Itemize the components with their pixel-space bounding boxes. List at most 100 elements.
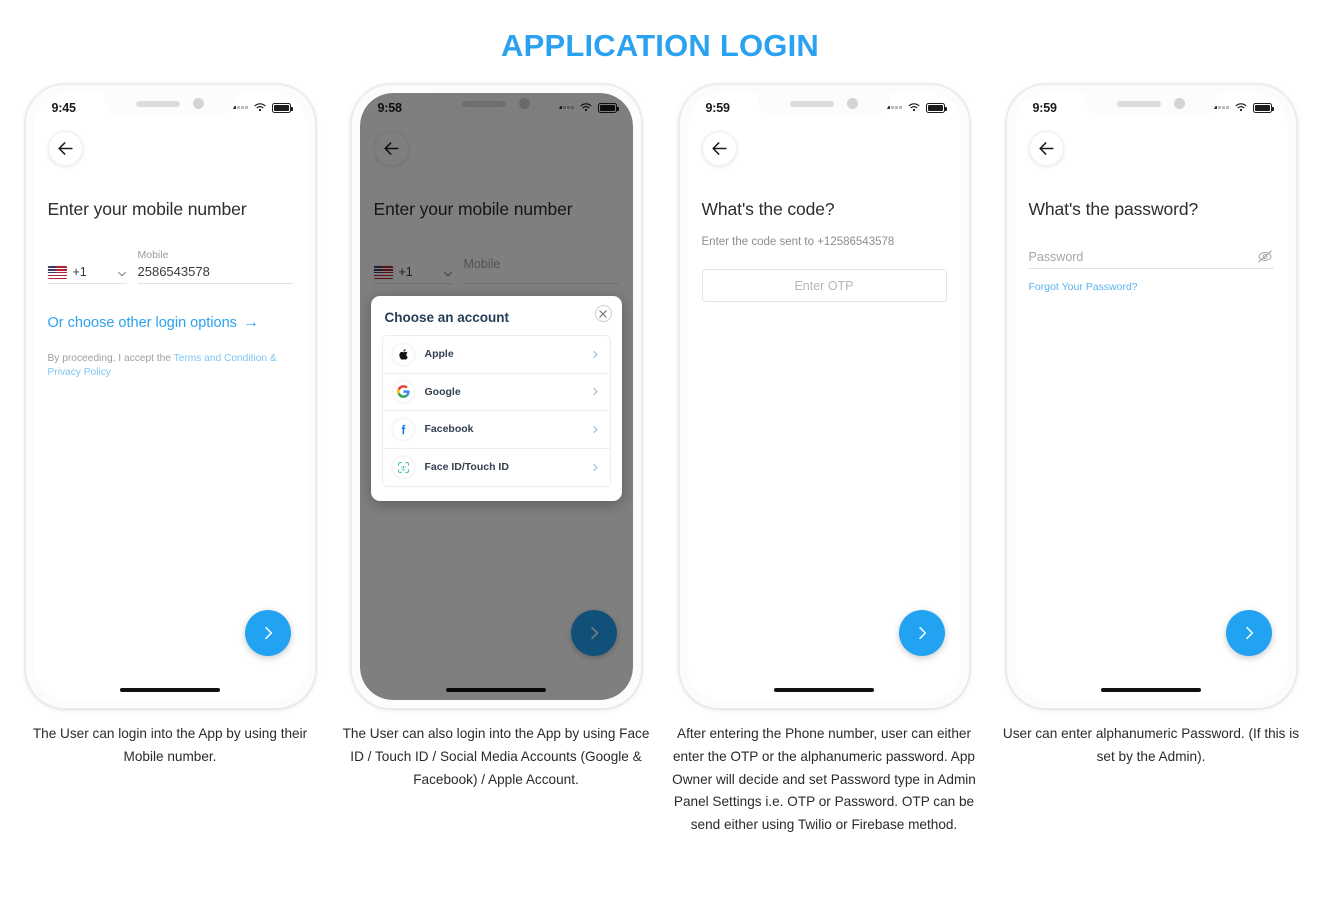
status-icons <box>887 102 947 113</box>
camera-icon <box>1174 98 1185 109</box>
back-button[interactable] <box>701 131 737 166</box>
page-heading: What's the code? <box>701 199 835 219</box>
speaker-icon <box>1117 100 1161 107</box>
otp-subtitle: Enter the code sent to +12586543578 <box>701 236 895 248</box>
password-placeholder: Password <box>1028 250 1084 264</box>
terms-text: By proceeding, I accept the Terms and Co… <box>48 352 285 380</box>
chevron-down-icon <box>117 272 126 277</box>
flow-step-password: 9:59 What's the password? Password Forgo… <box>986 84 1316 769</box>
page-heading: Enter your mobile number <box>47 199 247 219</box>
chevron-right-icon <box>264 626 272 640</box>
account-label: Face ID/Touch ID <box>424 461 509 474</box>
notch <box>758 93 890 114</box>
chevron-right-icon <box>1245 626 1253 640</box>
country-code-selector[interactable]: +1 <box>47 248 127 284</box>
page-title: APPLICATION LOGIN <box>501 28 819 63</box>
modal-title: Choose an account <box>384 310 510 325</box>
mobile-number-field[interactable]: Mobile 2586543578 <box>137 248 293 284</box>
screen-content: What's the code? Enter the code sent to … <box>688 119 961 700</box>
signal-icon <box>233 106 248 109</box>
faceid-icon <box>392 456 414 478</box>
wifi-icon <box>1235 103 1246 112</box>
account-label: Apple <box>424 348 454 361</box>
status-time: 9:45 <box>51 100 76 115</box>
account-option-apple[interactable]: Apple <box>382 336 610 374</box>
phone-frame: 9:59 What's the password? Password Forgo… <box>1005 84 1297 709</box>
signal-icon <box>1214 106 1229 109</box>
us-flag-icon <box>47 266 67 279</box>
mobile-field-value: 2586543578 <box>137 264 210 279</box>
flow-step-mobile-number: 9:45 Enter your mobile number +1 Mobile … <box>5 84 335 769</box>
chevron-right-icon <box>593 350 597 358</box>
facebook-icon <box>392 418 414 440</box>
screen-content: What's the password? Password Forgot You… <box>1015 119 1288 700</box>
phone-screen: 9:45 Enter your mobile number +1 Mobile … <box>33 93 307 700</box>
eye-off-icon[interactable] <box>1256 249 1274 264</box>
otp-placeholder: Enter OTP <box>794 278 854 293</box>
next-button[interactable] <box>898 610 945 656</box>
camera-icon <box>847 98 858 109</box>
battery-icon <box>271 102 293 113</box>
signal-icon <box>887 106 902 109</box>
status-icons <box>1214 102 1274 113</box>
step-caption: After entering the Phone number, user ca… <box>672 726 976 833</box>
page-heading: What's the password? <box>1028 199 1199 219</box>
next-button[interactable] <box>1225 610 1272 656</box>
step-caption: User can enter alphanumeric Password. (I… <box>1002 726 1300 764</box>
notch <box>1085 93 1217 114</box>
choose-account-modal: Choose an account Apple Google Facebook … <box>370 296 622 501</box>
screen-content: Enter your mobile number +1 <box>34 119 307 700</box>
apple-icon <box>392 343 414 365</box>
arrow-left-icon <box>711 142 727 155</box>
flow-step-otp: 9:59 What's the code? Enter the code sen… <box>659 84 989 837</box>
mobile-field-label: Mobile <box>137 249 169 261</box>
password-field[interactable]: Password <box>1028 249 1274 269</box>
account-label: Google <box>424 385 461 398</box>
forgot-password-link[interactable]: Forgot Your Password? <box>1029 281 1138 293</box>
next-button[interactable] <box>244 610 291 656</box>
back-button[interactable] <box>1028 131 1064 166</box>
status-icons <box>233 102 293 113</box>
phone-screen: 9:59 What's the password? Password Forgo… <box>1014 93 1288 700</box>
home-indicator <box>120 687 220 692</box>
flow-step-choose-account: 9:58 Enter your mobile number <box>331 84 661 791</box>
google-icon <box>392 381 414 403</box>
account-option-facebook[interactable]: Facebook <box>382 411 610 449</box>
phone-frame: 9:59 What's the code? Enter the code sen… <box>678 84 970 709</box>
other-login-options-label: Or choose other login options <box>47 315 237 331</box>
step-caption: The User can also login into the App by … <box>342 726 650 787</box>
otp-input[interactable]: Enter OTP <box>701 269 947 302</box>
status-time: 9:59 <box>705 100 730 115</box>
wifi-icon <box>908 103 919 112</box>
close-button[interactable] <box>594 305 612 322</box>
wifi-icon <box>254 103 265 112</box>
arrow-right-icon: → <box>242 314 259 331</box>
home-indicator <box>1101 687 1201 692</box>
account-option-google[interactable]: Google <box>382 373 610 411</box>
mobile-input-row: +1 Mobile 2586543578 <box>47 248 293 284</box>
phone-frame: 9:58 Enter your mobile number <box>350 84 642 709</box>
arrow-left-icon <box>57 142 73 155</box>
chevron-right-icon <box>593 463 597 471</box>
home-indicator <box>774 687 874 692</box>
notch <box>104 93 236 114</box>
account-option-faceid[interactable]: Face ID/Touch ID <box>382 448 610 486</box>
phone-frame: 9:45 Enter your mobile number +1 Mobile … <box>24 84 316 709</box>
battery-icon <box>925 102 947 113</box>
speaker-icon <box>136 100 180 107</box>
close-icon <box>599 309 607 318</box>
chevron-right-icon <box>593 425 597 433</box>
other-login-options-link[interactable]: Or choose other login options → <box>47 314 259 332</box>
phone-screen: 9:58 Enter your mobile number <box>359 93 633 700</box>
chevron-right-icon <box>593 388 597 396</box>
back-button[interactable] <box>47 131 83 166</box>
account-list: Apple Google Facebook Face ID/Touch ID <box>381 335 611 487</box>
camera-icon <box>193 98 204 109</box>
account-label: Facebook <box>424 423 474 436</box>
login-flow-board: APPLICATION LOGIN 9:45 Enter your mobile… <box>0 0 1320 913</box>
terms-prefix: By proceeding, I accept the <box>47 353 174 364</box>
status-time: 9:59 <box>1032 100 1057 115</box>
phone-screen: 9:59 What's the code? Enter the code sen… <box>687 93 961 700</box>
battery-icon <box>1252 102 1274 113</box>
chevron-right-icon <box>918 626 926 640</box>
